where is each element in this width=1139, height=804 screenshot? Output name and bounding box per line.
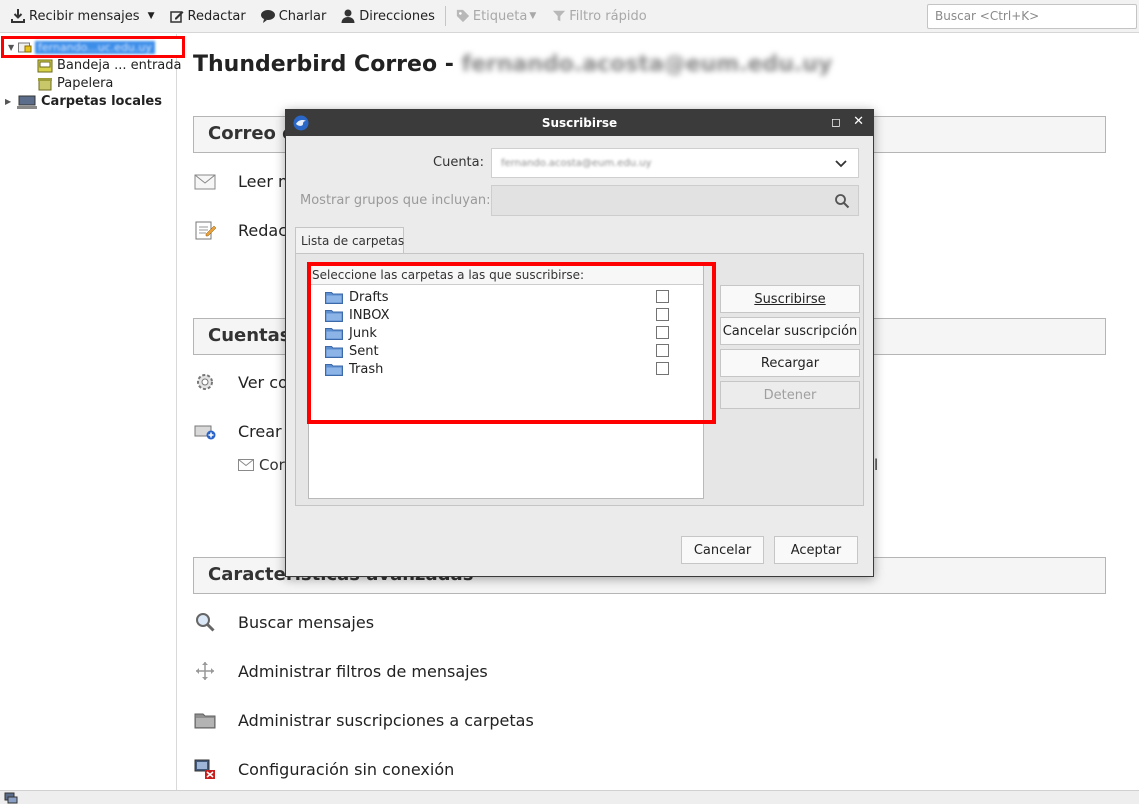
online-status-icon[interactable] — [4, 792, 18, 804]
cancel-label: Cancelar — [693, 542, 752, 558]
add-account-icon — [193, 419, 217, 443]
subscribe-label: Suscribirse — [754, 291, 826, 307]
search-icon — [835, 194, 850, 209]
page-title: Thunderbird Correo - fernando.acosta@eum… — [193, 52, 832, 77]
offline-settings-link[interactable]: Configuración sin conexión — [193, 757, 454, 781]
chevron-down-icon: ▼ — [147, 11, 155, 21]
offline-computer-icon — [193, 757, 217, 781]
address-book-label: Direcciones — [359, 8, 435, 24]
manage-subscriptions-label: Administrar suscripciones a carpetas — [238, 710, 534, 730]
funnel-icon — [553, 10, 566, 22]
search-messages-link[interactable]: Buscar mensajes — [193, 610, 374, 634]
inbox-label: Bandeja ... entrada — [57, 58, 182, 73]
magnifier-icon — [193, 610, 217, 634]
quick-filter-button[interactable]: Filtro rápido — [548, 4, 650, 28]
envelope-stack-icon — [193, 169, 217, 193]
chat-label: Charlar — [278, 8, 327, 24]
folder-icon — [193, 708, 217, 732]
filter-label: Mostrar grupos que incluyan: — [300, 193, 491, 208]
account-label: Cuenta: — [433, 155, 484, 170]
sidebar-item-inbox[interactable]: Bandeja ... entrada — [37, 58, 181, 73]
inbox-tray-icon — [37, 59, 53, 72]
dialog-titlebar[interactable]: Suscribirse ◻ ✕ — [286, 110, 873, 136]
tab-folder-list-label: Lista de carpetas — [301, 234, 405, 248]
close-icon[interactable]: ✕ — [853, 114, 864, 129]
trash-label: Papelera — [57, 76, 114, 91]
section-accounts-label: Cuentas — [208, 325, 291, 346]
page-title-account: fernando.acosta@eum.edu.uy — [461, 52, 833, 77]
get-mail-dropdown[interactable]: ▼ — [144, 4, 157, 28]
address-book-button[interactable]: Direcciones — [336, 4, 439, 28]
arrows-split-icon — [193, 659, 217, 683]
status-bar — [0, 790, 1139, 804]
group-filter-input[interactable] — [491, 185, 859, 216]
envelope-icon — [238, 459, 254, 471]
sidebar-item-trash[interactable]: Papelera — [37, 76, 113, 91]
tab-folder-list[interactable]: Lista de carpetas — [295, 227, 404, 254]
main-toolbar: Recibir mensajes ▼ Redactar Charlar Dire… — [0, 0, 1139, 33]
thunderbird-logo-icon — [293, 115, 309, 131]
page-title-prefix: Thunderbird Correo - — [193, 52, 454, 77]
tag-icon — [456, 9, 469, 23]
account-select-value: fernando.acosta@eum.edu.uy — [501, 157, 652, 169]
refresh-button[interactable]: Recargar — [720, 349, 860, 377]
quick-filter-label: Filtro rápido — [569, 8, 647, 24]
manage-subscriptions-link[interactable]: Administrar suscripciones a carpetas — [193, 708, 534, 732]
dialog-title: Suscribirse — [541, 116, 618, 130]
chat-bubble-icon — [260, 10, 275, 23]
highlight-frame — [307, 262, 716, 424]
stop-button[interactable]: Detener — [720, 381, 860, 409]
unsubscribe-label: Cancelar suscripción — [722, 323, 858, 339]
create-other-account-label: l — [874, 456, 879, 474]
account-name: fernando...uc.edu.uy — [35, 40, 155, 54]
account-select[interactable]: fernando.acosta@eum.edu.uy — [491, 148, 859, 178]
compose-note-icon — [193, 218, 217, 242]
write-button[interactable]: Redactar — [165, 4, 250, 28]
manage-filters-label: Administrar filtros de mensajes — [238, 661, 488, 681]
maximize-icon[interactable]: ◻ — [831, 115, 841, 129]
subscribe-button[interactable]: Suscribirse — [720, 285, 860, 313]
trash-icon — [38, 77, 52, 90]
locked-account-icon — [18, 42, 32, 52]
pencil-icon — [169, 11, 183, 23]
twisty-closed-icon[interactable]: ▶ — [5, 97, 15, 106]
global-search-input[interactable]: Buscar <Ctrl+K> — [927, 4, 1137, 29]
subscribe-dialog: Suscribirse ◻ ✕ Cuenta: fernando.acosta@… — [285, 109, 874, 577]
create-other-account-link[interactable]: l — [874, 456, 878, 474]
sidebar-item-local-folders[interactable]: ▶ Carpetas locales — [5, 94, 162, 109]
cancel-button[interactable]: Cancelar — [681, 536, 764, 564]
chevron-down-icon — [835, 160, 847, 168]
toolbar-separator — [444, 6, 446, 26]
ok-button[interactable]: Aceptar — [774, 536, 858, 564]
chat-button[interactable]: Charlar — [256, 4, 331, 28]
ok-label: Aceptar — [790, 542, 842, 558]
gear-icon — [193, 370, 217, 394]
chevron-down-icon: ▼ — [529, 11, 537, 21]
local-folders-label: Carpetas locales — [41, 94, 162, 109]
stop-label: Detener — [763, 387, 817, 403]
twisty-open-icon[interactable]: ▼ — [8, 43, 18, 52]
folder-pane: ▼ fernando...uc.edu.uy Bandeja ... entra… — [0, 34, 185, 790]
offline-settings-label: Configuración sin conexión — [238, 759, 455, 779]
tag-label: Etiqueta — [472, 8, 528, 24]
unsubscribe-button[interactable]: Cancelar suscripción — [720, 317, 860, 345]
computer-icon — [17, 95, 37, 109]
get-mail-button[interactable]: Recibir mensajes — [6, 4, 144, 28]
person-icon — [341, 9, 355, 23]
sidebar-account-row[interactable]: ▼ fernando...uc.edu.uy — [1, 36, 185, 58]
search-messages-label: Buscar mensajes — [238, 612, 375, 632]
manage-filters-link[interactable]: Administrar filtros de mensajes — [193, 659, 488, 683]
write-label: Redactar — [187, 8, 246, 24]
download-icon — [11, 9, 25, 23]
folder-list-panel: Seleccione las carpetas a las que suscri… — [295, 253, 864, 506]
search-placeholder: Buscar <Ctrl+K> — [935, 9, 1040, 23]
refresh-label: Recargar — [760, 355, 820, 371]
tag-button[interactable]: Etiqueta ▼ — [452, 4, 540, 28]
get-mail-label: Recibir mensajes — [29, 8, 140, 24]
